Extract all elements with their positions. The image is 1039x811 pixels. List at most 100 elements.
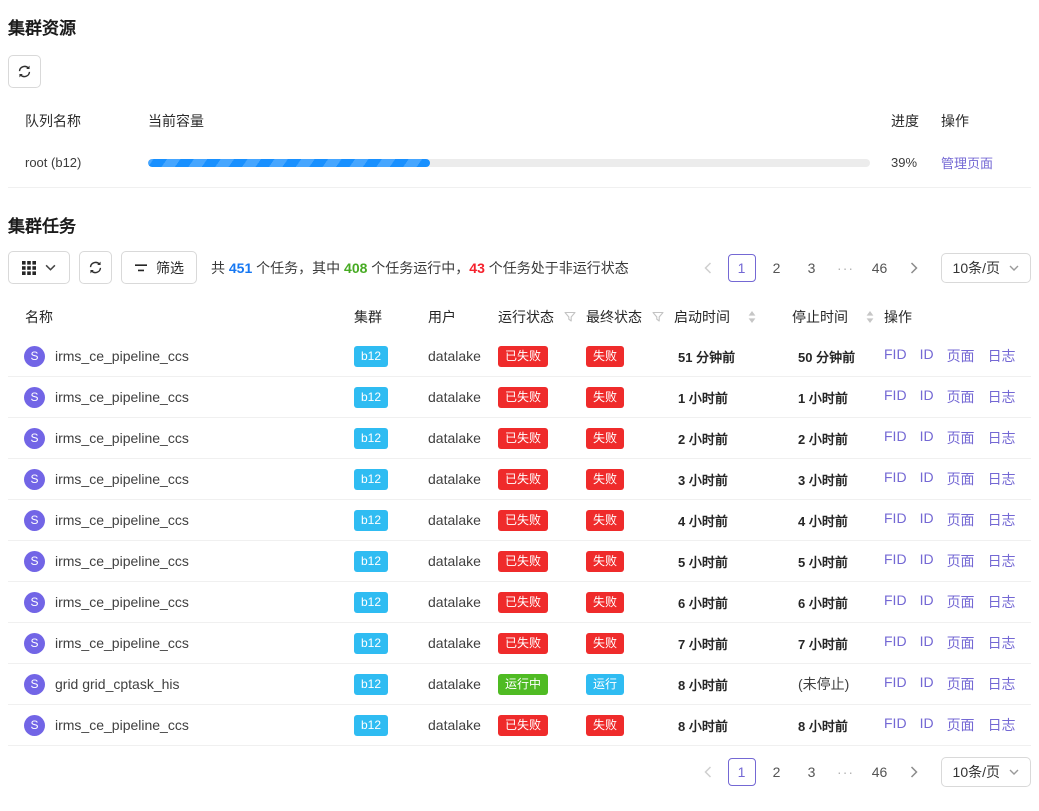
page-link[interactable]: 页面	[947, 551, 975, 571]
id-link[interactable]: ID	[920, 510, 934, 530]
start-time-sort-icon[interactable]	[748, 311, 756, 323]
next-page-button[interactable]	[901, 254, 927, 282]
run-status-badge: 已失败	[498, 387, 548, 408]
next-page-button[interactable]	[901, 758, 927, 786]
page-link[interactable]: 页面	[947, 674, 975, 694]
chevron-down-icon	[45, 264, 56, 271]
page-button-3[interactable]: 3	[798, 758, 826, 786]
id-link[interactable]: ID	[920, 428, 934, 448]
cluster-tag: b12	[354, 469, 388, 490]
page-button-1[interactable]: 1	[728, 758, 756, 786]
log-link[interactable]: 日志	[988, 387, 1016, 407]
refresh-icon	[17, 64, 32, 79]
id-link[interactable]: ID	[920, 715, 934, 735]
col-action: 操作	[884, 307, 1031, 327]
log-link[interactable]: 日志	[988, 551, 1016, 571]
id-link[interactable]: ID	[920, 633, 934, 653]
final-status-badge: 失败	[586, 346, 624, 367]
page-link[interactable]: 页面	[947, 510, 975, 530]
task-row: S irms_ce_pipeline_ccs b12 datalake 已失败 …	[8, 459, 1031, 500]
start-time: 7 小时前	[672, 634, 792, 653]
id-link[interactable]: ID	[920, 674, 934, 694]
page-button-1[interactable]: 1	[728, 254, 756, 282]
page-button-last[interactable]: 46	[866, 254, 894, 282]
page-link[interactable]: 页面	[947, 633, 975, 653]
page-link[interactable]: 页面	[947, 428, 975, 448]
page-size-select[interactable]: 10条/页	[941, 253, 1031, 283]
task-avatar: S	[24, 387, 45, 408]
fid-link[interactable]: FID	[884, 428, 907, 448]
fid-link[interactable]: FID	[884, 715, 907, 735]
log-link[interactable]: 日志	[988, 346, 1016, 366]
page-size-select[interactable]: 10条/页	[941, 757, 1031, 787]
tasks-refresh-button[interactable]	[79, 251, 112, 284]
page-button-3[interactable]: 3	[798, 254, 826, 282]
col-run-status: 运行状态	[496, 307, 584, 327]
fid-link[interactable]: FID	[884, 510, 907, 530]
page-link[interactable]: 页面	[947, 346, 975, 366]
task-user: datalake	[420, 635, 496, 651]
prev-page-button[interactable]	[695, 254, 721, 282]
fid-link[interactable]: FID	[884, 592, 907, 612]
run-status-filter-icon[interactable]	[564, 311, 576, 323]
final-status-filter-icon[interactable]	[652, 311, 664, 323]
id-link[interactable]: ID	[920, 469, 934, 489]
id-link[interactable]: ID	[920, 592, 934, 612]
task-row: S irms_ce_pipeline_ccs b12 datalake 已失败 …	[8, 377, 1031, 418]
page-ellipsis[interactable]: ···	[833, 764, 859, 780]
page-button-2[interactable]: 2	[763, 254, 791, 282]
queue-name: root (b12)	[8, 155, 148, 170]
task-avatar: S	[24, 346, 45, 367]
manage-page-link[interactable]: 管理页面	[941, 156, 993, 171]
task-name: grid grid_cptask_his	[55, 676, 180, 692]
task-avatar: S	[24, 715, 45, 736]
log-link[interactable]: 日志	[988, 592, 1016, 612]
start-time: 4 小时前	[672, 511, 792, 530]
fid-link[interactable]: FID	[884, 633, 907, 653]
page-link[interactable]: 页面	[947, 592, 975, 612]
stop-time: 2 小时前	[792, 429, 884, 448]
run-status-badge: 已失败	[498, 510, 548, 531]
page-ellipsis[interactable]: ···	[833, 260, 859, 276]
fid-link[interactable]: FID	[884, 387, 907, 407]
col-queue-name: 队列名称	[8, 111, 148, 131]
page-link[interactable]: 页面	[947, 387, 975, 407]
fid-link[interactable]: FID	[884, 346, 907, 366]
id-link[interactable]: ID	[920, 551, 934, 571]
tasks-table-header: 名称 集群 用户 运行状态 最终状态 启动时间	[8, 298, 1031, 336]
filter-button[interactable]: 筛选	[121, 251, 197, 284]
log-link[interactable]: 日志	[988, 633, 1016, 653]
log-link[interactable]: 日志	[988, 428, 1016, 448]
final-status-badge: 失败	[586, 592, 624, 613]
page: 集群资源 队列名称 当前容量 进度 操作 root (b12) 39%	[0, 0, 1039, 811]
stop-time-sort-icon[interactable]	[866, 311, 874, 323]
filter-button-label: 筛选	[156, 258, 184, 278]
column-settings-button[interactable]	[8, 251, 70, 284]
fid-link[interactable]: FID	[884, 469, 907, 489]
task-name: irms_ce_pipeline_ccs	[55, 553, 189, 569]
log-link[interactable]: 日志	[988, 674, 1016, 694]
page-button-last[interactable]: 46	[866, 758, 894, 786]
run-status-badge: 已失败	[498, 715, 548, 736]
log-link[interactable]: 日志	[988, 469, 1016, 489]
log-link[interactable]: 日志	[988, 510, 1016, 530]
resources-refresh-button[interactable]	[8, 55, 41, 88]
start-time: 8 小时前	[672, 675, 792, 694]
fid-link[interactable]: FID	[884, 551, 907, 571]
final-status-badge: 失败	[586, 633, 624, 654]
prev-page-button[interactable]	[695, 758, 721, 786]
task-row: S irms_ce_pipeline_ccs b12 datalake 已失败 …	[8, 336, 1031, 377]
fid-link[interactable]: FID	[884, 674, 907, 694]
cluster-tag: b12	[354, 387, 388, 408]
cluster-tag: b12	[354, 715, 388, 736]
page-button-2[interactable]: 2	[763, 758, 791, 786]
id-link[interactable]: ID	[920, 346, 934, 366]
log-link[interactable]: 日志	[988, 715, 1016, 735]
page-link[interactable]: 页面	[947, 469, 975, 489]
task-row: S irms_ce_pipeline_ccs b12 datalake 已失败 …	[8, 418, 1031, 459]
final-status-badge: 失败	[586, 469, 624, 490]
start-time: 3 小时前	[672, 470, 792, 489]
task-row: S irms_ce_pipeline_ccs b12 datalake 已失败 …	[8, 705, 1031, 746]
id-link[interactable]: ID	[920, 387, 934, 407]
page-link[interactable]: 页面	[947, 715, 975, 735]
